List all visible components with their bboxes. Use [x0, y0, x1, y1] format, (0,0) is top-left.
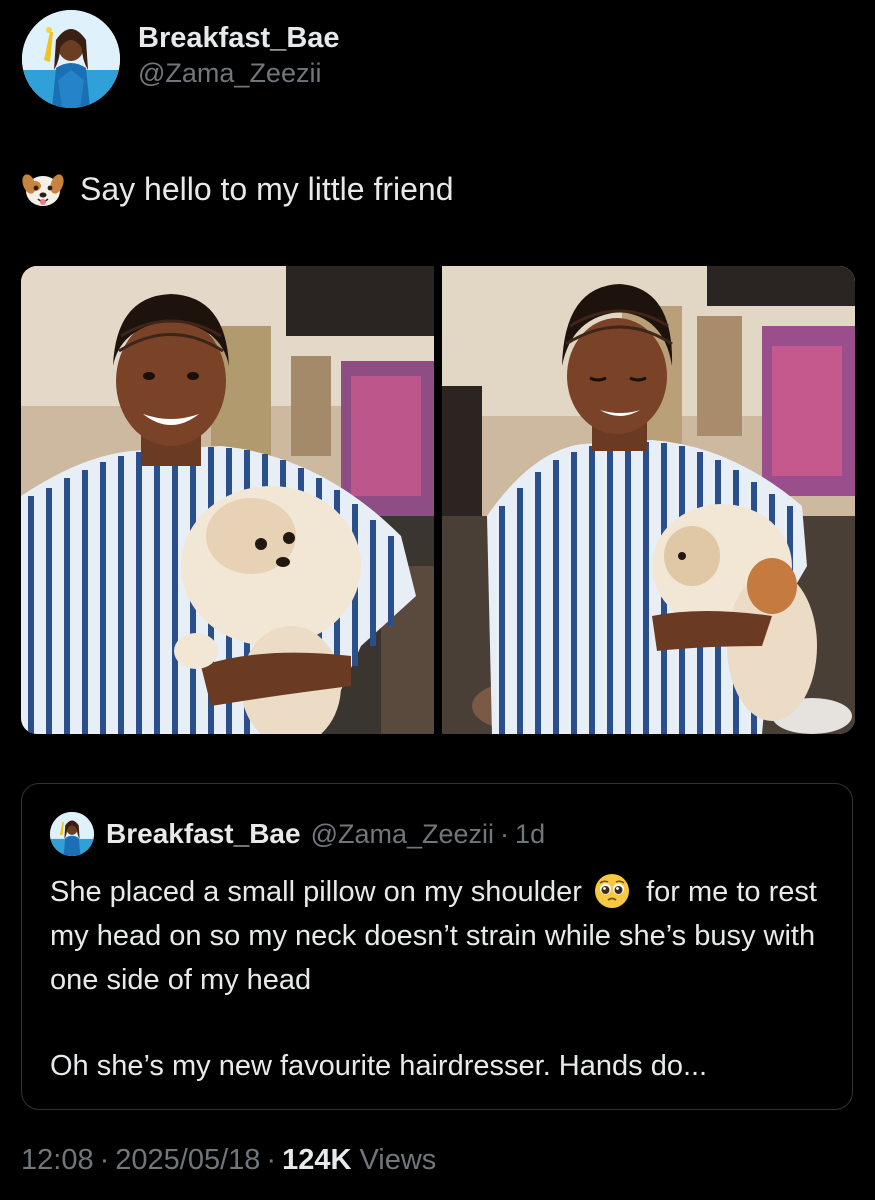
quoted-text-part1: She placed a small pillow on my shoulder [50, 876, 582, 908]
author-avatar[interactable] [22, 10, 120, 108]
meta-separator: · [266, 1144, 277, 1176]
quoted-author-display-name: Breakfast_Bae [106, 818, 301, 849]
meta-separator: · [99, 1144, 110, 1176]
views-label: Views [359, 1144, 437, 1176]
quoted-separator: · [500, 818, 510, 849]
dog-face-emoji-icon [22, 174, 64, 206]
quoted-tweet-header: Breakfast_Bae @Zama_Zeezii · 1d [50, 812, 545, 856]
author-display-name[interactable]: Breakfast_Bae [138, 20, 340, 56]
quoted-tweet-text: She placed a small pillow on my shoulder… [50, 870, 830, 1002]
views-count: 124K [282, 1144, 352, 1176]
author-names: Breakfast_Bae @Zama_Zeezii [138, 20, 340, 90]
author-handle[interactable]: @Zama_Zeezii [138, 56, 340, 90]
quoted-text-second-paragraph: Oh she’s my new favourite hairdresser. H… [50, 1050, 708, 1082]
quoted-tweet[interactable]: Breakfast_Bae @Zama_Zeezii · 1d She plac… [21, 783, 853, 1110]
tweet-date[interactable]: 2025/05/18 [115, 1144, 260, 1176]
quoted-timestamp: 1d [515, 818, 546, 849]
pleading-face-emoji-icon [595, 874, 630, 908]
tweet-photo-2[interactable] [442, 266, 855, 734]
tweet-header: Breakfast_Bae @Zama_Zeezii [22, 10, 340, 108]
tweet-photo-1[interactable] [21, 266, 434, 734]
tweet-body: Say hello to my little friend [80, 171, 454, 207]
tweet-time[interactable]: 12:08 [21, 1144, 94, 1176]
quoted-author-avatar [50, 812, 94, 856]
tweet-meta: 12:08 · 2025/05/18 · 124K Views [21, 1138, 436, 1182]
quoted-author-handle: @Zama_Zeezii [310, 818, 495, 849]
tweet-text: Say hello to my little friend [22, 168, 454, 210]
